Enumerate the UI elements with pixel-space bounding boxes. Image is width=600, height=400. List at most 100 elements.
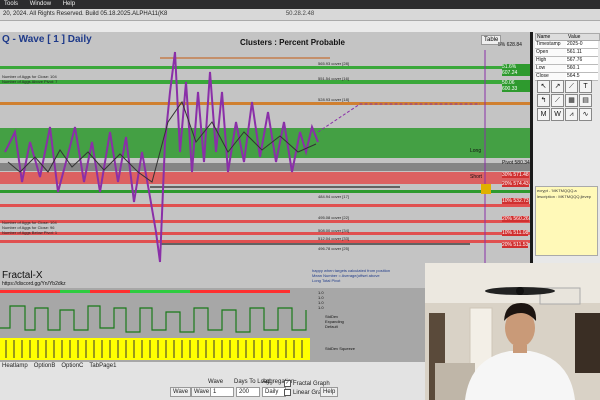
- axis-label-pivot: Pivot 580.34: [502, 160, 530, 166]
- row-name: Close: [535, 73, 566, 80]
- level-label: 484.94 cover [17]: [318, 194, 349, 199]
- legend-block-top: Number of Aggs for Close: 104 Number of …: [2, 74, 57, 84]
- table-row[interactable]: Low 560.1: [535, 65, 598, 73]
- wave-button[interactable]: Wave: [170, 387, 192, 397]
- axis-label: 20% 511.53: [502, 242, 529, 248]
- wave-tool-icon[interactable]: ⩘: [565, 108, 578, 121]
- oscillator-line: [0, 305, 307, 333]
- axis-label: 50.06 600.33: [502, 80, 530, 92]
- os-menubar: Tools Window Help: [0, 0, 600, 9]
- level-label: 496.78 cover [25]: [318, 246, 349, 251]
- wave-select[interactable]: 1: [210, 387, 234, 397]
- axis-label: 10% 532.73: [502, 198, 529, 204]
- col-name: Name: [537, 34, 551, 40]
- line-tool-icon[interactable]: ⟋: [565, 80, 578, 93]
- build-info: 20, 2024. All Rights Reserved. Build 05.…: [3, 11, 168, 17]
- bottom-notes: happy when targets calculated from posit…: [312, 268, 390, 283]
- note-line: lescription : MKTMQQQ.jlevep: [537, 194, 592, 199]
- target-marker: [481, 184, 491, 194]
- tab-strip: Heatlamp OptionB OptionC TabPage1: [2, 363, 116, 369]
- checkbox-unchecked-icon[interactable]: [284, 389, 291, 396]
- red-level-5: [0, 240, 530, 243]
- price-chart[interactable]: Q - Wave [ 1 ] Daily Clusters : Percent …: [0, 32, 530, 288]
- arrow-tool-icon[interactable]: ↗: [551, 80, 564, 93]
- menu-tools[interactable]: Tools: [4, 1, 18, 7]
- legend-line: Number of Aggs Below Pivot: 1: [2, 230, 58, 235]
- red-level-2: [0, 204, 530, 207]
- help-button[interactable]: Help: [320, 387, 339, 397]
- row-value: 561.11: [566, 49, 598, 56]
- menu-help[interactable]: Help: [63, 1, 75, 7]
- osc-legend-squeeze: StdDev Squeeze: [325, 346, 356, 351]
- red-band-1: [0, 172, 530, 184]
- discord-link[interactable]: https://discord.gg/Yn/Yb2dkz: [2, 281, 66, 287]
- axis-label: 20% 574.43: [502, 181, 529, 187]
- row-name: Open: [535, 49, 566, 56]
- row-value: 560.1: [566, 65, 598, 72]
- chart-canvas: [0, 50, 530, 282]
- select-tool-icon[interactable]: ↖: [537, 80, 550, 93]
- webcam-overlay: [425, 263, 600, 400]
- row-value: 564.5: [566, 73, 598, 80]
- app-titlebar: 20, 2024. All Rights Reserved. Build 05.…: [0, 9, 600, 21]
- wave-button-2[interactable]: Wave: [191, 387, 213, 397]
- level-label: 512.04 cover [33]: [318, 236, 349, 241]
- menu-window[interactable]: Window: [30, 1, 51, 7]
- level-label: 551.54 cover [16]: [318, 76, 349, 81]
- col-value: Value: [568, 34, 581, 40]
- row-value: 567.76: [566, 57, 598, 64]
- window-title: 50.28.2.48: [285, 11, 315, 17]
- long-label: Long: [470, 148, 482, 154]
- m-pattern-icon[interactable]: M: [537, 108, 550, 121]
- legend-block-bottom: Number of Aggs for Close: 104 Number of …: [2, 220, 57, 235]
- green-level-1: [0, 66, 530, 69]
- table-row[interactable]: Open 561.11: [535, 49, 598, 57]
- fractal-graph-label: Fractal Graph: [293, 380, 330, 387]
- days-input[interactable]: 200: [236, 387, 260, 397]
- green-level-2: [0, 80, 530, 84]
- data-table: Timestamp 2025-0 Open 561.11 High 567.76 Lo…: [535, 41, 598, 81]
- row-name: Low: [535, 65, 566, 72]
- trend-bar-green: [130, 290, 190, 293]
- text-tool-icon[interactable]: T: [579, 80, 592, 93]
- osc-legend-item: Default: [325, 324, 338, 329]
- level-label: 565.93 cover [28]: [318, 61, 349, 66]
- osc-value: 1.0: [318, 305, 324, 310]
- chart-title: Q - Wave [ 1 ] Daily: [2, 34, 92, 45]
- table-row[interactable]: High 567.76: [535, 57, 598, 65]
- level-label: 528.93 cover [18]: [318, 97, 349, 102]
- notes-panel[interactable]: ecrypt - 'MKTMQQQ.a lescription : MKTMQQ…: [535, 186, 598, 256]
- level-label: 508.00 cover [34]: [318, 228, 349, 233]
- w-pattern-icon[interactable]: W: [551, 108, 564, 121]
- checkbox-checked-icon[interactable]: ✓: [284, 380, 291, 387]
- pivot-band: [0, 163, 530, 171]
- green-level-3: [0, 190, 530, 193]
- trend-bar-green: [60, 290, 90, 293]
- osc-value-labels: 1.0 1.0 1.0 1.0: [318, 290, 324, 310]
- sine-tool-icon[interactable]: ∿: [579, 108, 592, 121]
- fractal-graph-option[interactable]: ✓ Fractal Graph: [284, 380, 330, 387]
- level-label: 495.08 cover [22]: [318, 215, 349, 220]
- axis-label: 20% 560.26: [502, 216, 529, 222]
- osc-legend: StdDev Expanding Default: [325, 314, 344, 329]
- red-level-3: [0, 220, 530, 223]
- short-label: Short: [470, 174, 482, 180]
- tab-optionc[interactable]: OptionC: [61, 363, 83, 369]
- legend-line: Number of Aggs Above Pivot: 7: [2, 79, 58, 84]
- rect-tool-icon[interactable]: ▤: [579, 94, 592, 107]
- curve-tool-icon[interactable]: ↰: [537, 94, 550, 107]
- fib-tool-icon[interactable]: ▦: [565, 94, 578, 107]
- trend-tool-icon[interactable]: ⟋: [551, 94, 564, 107]
- wave-label: Wave: [208, 379, 224, 385]
- presenter-video: [425, 263, 600, 400]
- axis-label: 10% 511.08: [502, 230, 529, 236]
- note-line: Long Total Pivot: [312, 278, 341, 283]
- chart-subtitle: Clusters : Percent Probable: [240, 38, 345, 47]
- aggregation-select[interactable]: Daily: [262, 387, 286, 397]
- axis-label: 51.6% 607.24: [502, 64, 530, 76]
- table-row[interactable]: Timestamp 2025-0: [535, 41, 598, 49]
- tab-page1[interactable]: TabPage1: [89, 363, 116, 369]
- tab-optionb[interactable]: OptionB: [34, 363, 56, 369]
- tab-heatlamp[interactable]: Heatlamp: [2, 363, 28, 369]
- watermark: Fractal-X: [2, 270, 43, 281]
